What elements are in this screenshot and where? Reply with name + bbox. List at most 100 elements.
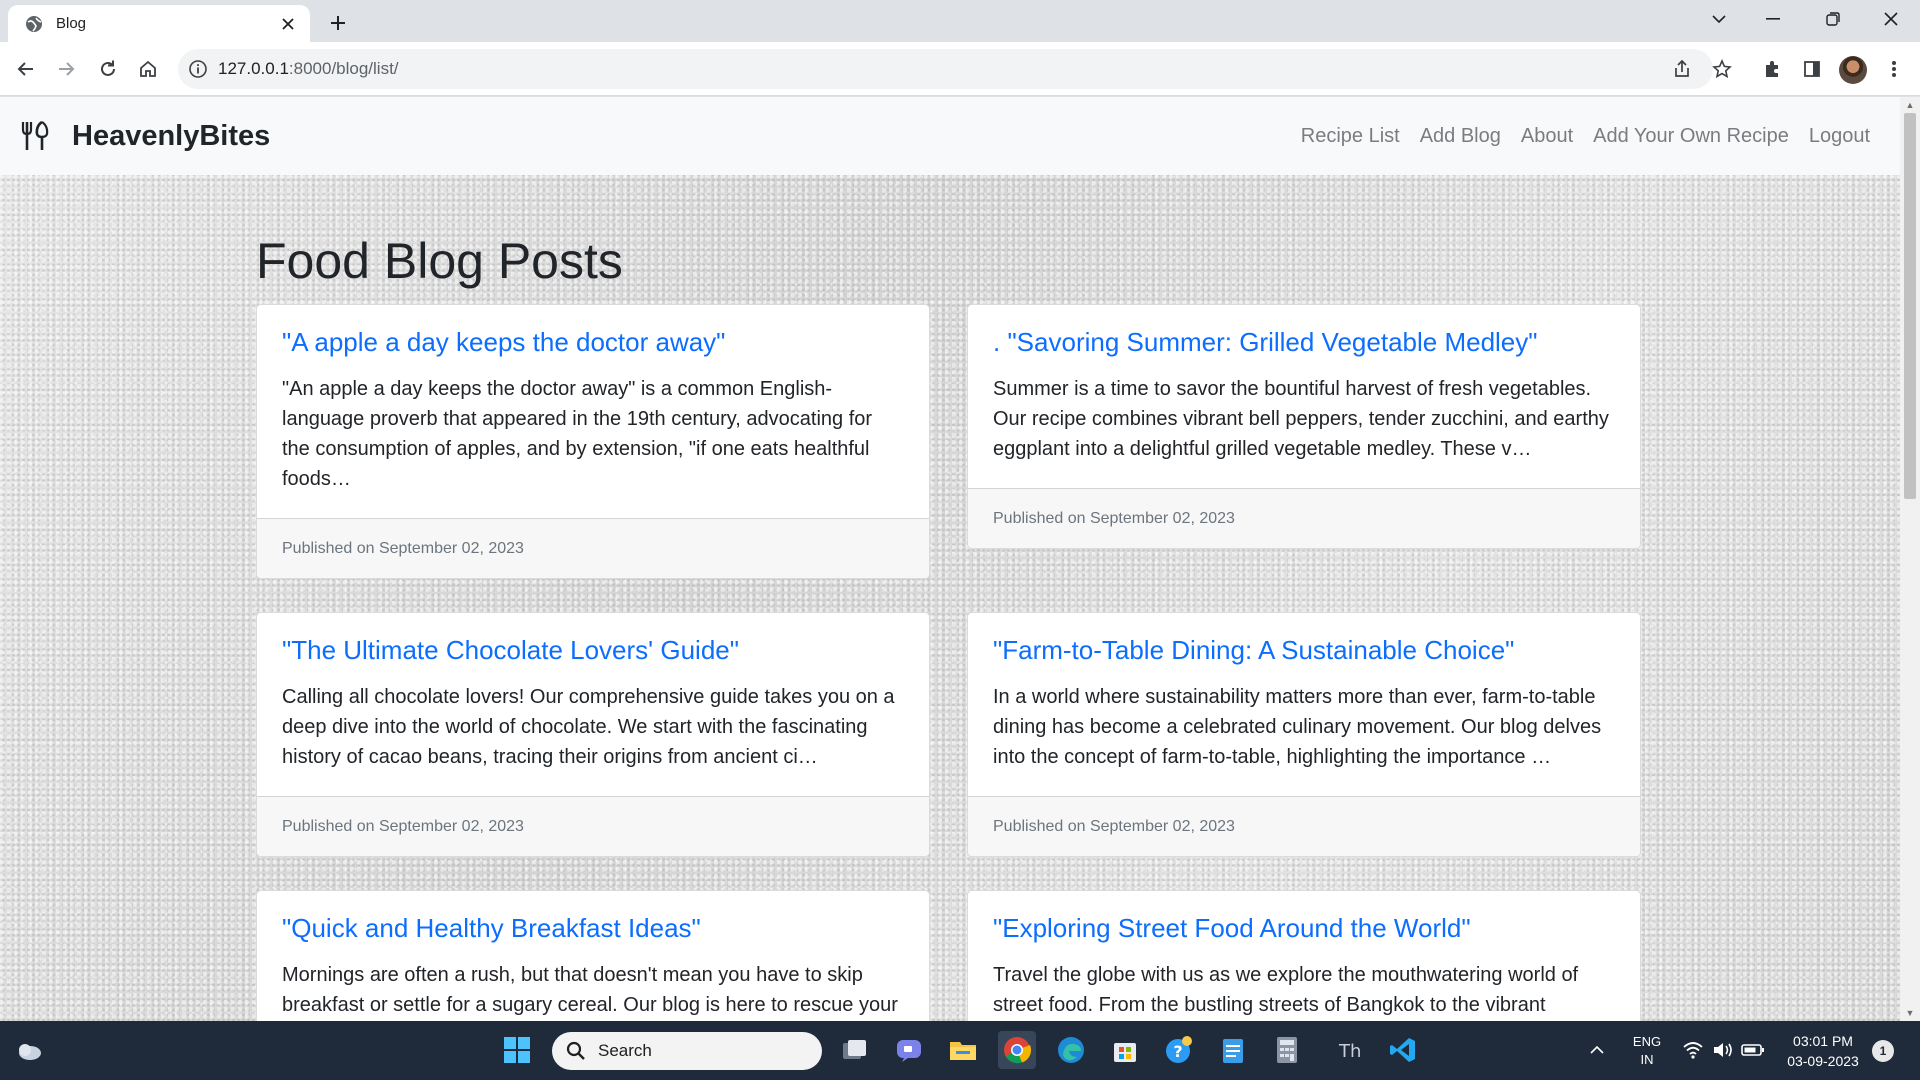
tab-search-button[interactable] xyxy=(1692,0,1746,38)
address-bar[interactable]: 127.0.0.1:8000/blog/list/ xyxy=(178,49,1713,89)
side-panel-button[interactable] xyxy=(1796,53,1828,85)
card-footer: Published on September 02, 2023 xyxy=(257,518,929,579)
taskbar-search[interactable]: Search xyxy=(552,1032,822,1070)
nav-link-logout[interactable]: Logout xyxy=(1809,125,1870,148)
info-icon[interactable] xyxy=(188,59,208,79)
task-view-icon[interactable] xyxy=(836,1031,874,1069)
nav-links: Recipe List Add Blog About Add Your Own … xyxy=(1281,97,1870,175)
blog-title-link[interactable]: "Farm-to-Table Dining: A Sustainable Cho… xyxy=(993,635,1615,666)
back-button[interactable] xyxy=(10,53,42,85)
url-text[interactable]: 127.0.0.1:8000/blog/list/ xyxy=(218,59,399,79)
scroll-up-arrow-icon[interactable]: ▲ xyxy=(1904,99,1916,111)
lang-line-1: ENG xyxy=(1632,1033,1662,1049)
reload-icon xyxy=(101,60,115,76)
nav-link-add-blog[interactable]: Add Blog xyxy=(1420,125,1501,148)
share-button[interactable] xyxy=(1666,53,1698,85)
close-icon xyxy=(1884,12,1898,26)
help-icon[interactable]: ? xyxy=(1160,1031,1198,1069)
page-viewport: HeavenlyBites Recipe List Add Blog About… xyxy=(0,97,1900,1021)
card-body: "Farm-to-Table Dining: A Sustainable Cho… xyxy=(968,613,1640,796)
forward-icon xyxy=(59,62,75,76)
close-window-button[interactable] xyxy=(1864,0,1918,38)
extensions-icon xyxy=(1766,61,1778,77)
url-path: :8000/blog/list/ xyxy=(288,59,399,78)
blog-excerpt: "An apple a day keeps the doctor away" i… xyxy=(282,378,873,491)
home-icon xyxy=(140,60,156,77)
reload-button[interactable] xyxy=(92,53,124,85)
new-tab-button[interactable] xyxy=(324,9,352,37)
restore-icon xyxy=(1826,12,1840,26)
browser-tab[interactable]: Blog xyxy=(8,5,310,42)
blog-excerpt: Summer is a time to savor the bountiful … xyxy=(993,378,1609,461)
blog-title-link[interactable]: . "Savoring Summer: Grilled Vegetable Me… xyxy=(993,327,1615,358)
brand[interactable]: HeavenlyBites xyxy=(20,113,270,159)
nav-link-add-recipe[interactable]: Add Your Own Recipe xyxy=(1593,125,1789,148)
nav-link-about[interactable]: About xyxy=(1521,125,1573,148)
blog-card: "Farm-to-Table Dining: A Sustainable Cho… xyxy=(967,612,1641,858)
blog-excerpt: Mornings are often a rush, but that does… xyxy=(282,964,898,1017)
utensils-icon xyxy=(20,120,50,152)
star-icon xyxy=(1712,59,1732,79)
brand-name: HeavenlyBites xyxy=(72,119,271,152)
clock-time: 03:01 PM xyxy=(1793,1032,1853,1049)
notepad-icon[interactable] xyxy=(1214,1031,1252,1069)
search-label: Search xyxy=(598,1041,652,1060)
card-body: "A apple a day keeps the doctor away" "A… xyxy=(257,305,929,518)
clock-date: 03-09-2023 xyxy=(1787,1052,1859,1069)
blog-card: "The Ultimate Chocolate Lovers' Guide" C… xyxy=(256,612,930,858)
lang-line-2: IN xyxy=(1640,1051,1654,1067)
globe-icon xyxy=(24,14,44,34)
scroll-down-arrow-icon[interactable]: ▼ xyxy=(1904,1007,1916,1019)
blog-title-link[interactable]: "Quick and Healthy Breakfast Ideas" xyxy=(282,913,904,944)
blog-title-link[interactable]: "The Ultimate Chocolate Lovers' Guide" xyxy=(282,635,904,666)
card-footer: Published on September 02, 2023 xyxy=(968,488,1640,549)
blog-excerpt: Calling all chocolate lovers! Our compre… xyxy=(282,686,895,769)
text-app-icon[interactable]: Th xyxy=(1330,1031,1368,1069)
minimize-button[interactable] xyxy=(1746,0,1800,38)
blog-card: "Quick and Healthy Breakfast Ideas" Morn… xyxy=(256,890,930,1021)
notification-badge[interactable]: 1 xyxy=(1872,1040,1894,1062)
tab-strip: Blog xyxy=(0,0,1920,42)
file-explorer-icon[interactable] xyxy=(944,1031,982,1069)
edge-icon[interactable] xyxy=(1052,1031,1090,1069)
blog-card: "A apple a day keeps the doctor away" "A… xyxy=(256,304,930,580)
card-body: "Exploring Street Food Around the World"… xyxy=(968,891,1640,1021)
sidepanel-icon xyxy=(1804,61,1820,77)
microsoft-store-icon[interactable] xyxy=(1106,1031,1144,1069)
card-body: "Quick and Healthy Breakfast Ideas" Morn… xyxy=(257,891,929,1021)
blog-card: . "Savoring Summer: Grilled Vegetable Me… xyxy=(967,304,1641,550)
chrome-icon[interactable] xyxy=(998,1031,1036,1069)
profile-avatar[interactable] xyxy=(1839,56,1867,84)
browser-toolbar: 127.0.0.1:8000/blog/list/ xyxy=(0,42,1920,96)
nav-link-recipe-list[interactable]: Recipe List xyxy=(1301,125,1400,148)
calculator-icon[interactable] xyxy=(1268,1031,1306,1069)
forward-button[interactable] xyxy=(50,53,82,85)
taskbar: Search ? Th ENG IN 03:01 PM 03-09-2023 1 xyxy=(0,1021,1920,1080)
restore-button[interactable] xyxy=(1806,0,1860,38)
page-scrollbar[interactable]: ▲ ▼ xyxy=(1900,97,1920,1021)
share-icon xyxy=(1675,59,1689,77)
system-clock[interactable]: 03:01 PM 03-09-2023 xyxy=(1764,1021,1882,1080)
blog-title-link[interactable]: "Exploring Street Food Around the World" xyxy=(993,913,1615,944)
card-body: . "Savoring Summer: Grilled Vegetable Me… xyxy=(968,305,1640,488)
weather-icon[interactable] xyxy=(10,1031,48,1069)
blog-title-link[interactable]: "A apple a day keeps the doctor away" xyxy=(282,327,904,358)
teams-chat-icon[interactable] xyxy=(890,1031,928,1069)
home-button[interactable] xyxy=(132,53,164,85)
page-title: Food Blog Posts xyxy=(256,233,623,289)
tab-title: Blog xyxy=(56,15,87,32)
blog-excerpt: In a world where sustainability matters … xyxy=(993,686,1602,769)
extensions-button[interactable] xyxy=(1756,53,1788,85)
chevron-down-icon xyxy=(1712,15,1726,24)
chevron-up-icon[interactable] xyxy=(1578,1031,1616,1069)
vscode-icon[interactable] xyxy=(1384,1031,1422,1069)
search-icon xyxy=(566,1041,585,1060)
windows-start-icon[interactable] xyxy=(498,1031,536,1069)
menu-button[interactable] xyxy=(1878,53,1910,85)
bookmark-button[interactable] xyxy=(1706,53,1738,85)
scrollbar-thumb[interactable] xyxy=(1904,113,1916,499)
language-indicator[interactable]: ENG IN xyxy=(1626,1021,1668,1080)
card-body: "The Ultimate Chocolate Lovers' Guide" C… xyxy=(257,613,929,796)
plus-icon xyxy=(331,16,345,30)
close-icon[interactable] xyxy=(278,14,298,34)
